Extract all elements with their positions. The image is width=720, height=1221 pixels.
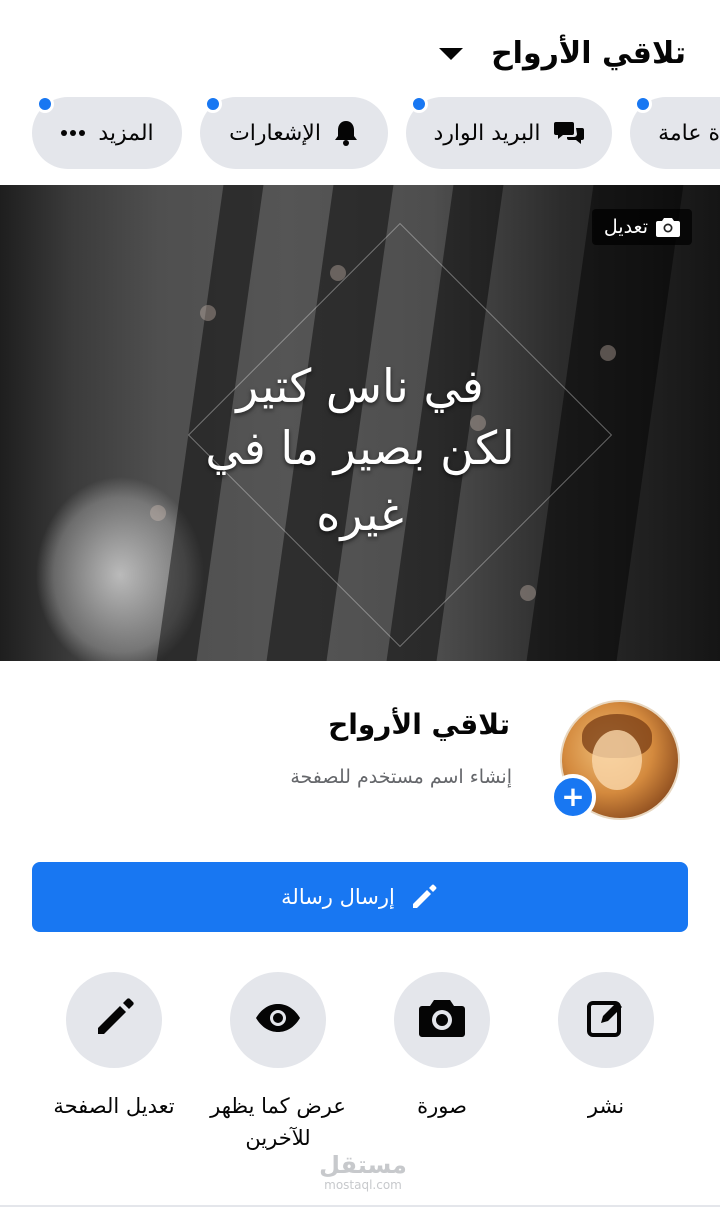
action-edit-page-label: تعديل الصفحة [53,1094,175,1118]
action-post[interactable]: نشر [516,972,696,1122]
action-photo-circle[interactable] [394,972,490,1068]
tab-label-inbox: البريد الوارد [433,120,541,146]
tab-label-notifications: الإشعارات [229,120,321,146]
bell-icon [333,119,359,147]
action-view-as-label: عرض كما يظهر للآخرين [210,1094,346,1150]
action-edit-page[interactable]: تعديل الصفحة [24,972,204,1122]
action-post-label: نشر [587,1094,625,1118]
avatar-face [592,730,642,790]
edit-cover-label: تعديل [603,216,648,238]
tab-label-more: المزيد [98,120,154,146]
watermark-name: مستقل [319,1151,407,1179]
compose-icon [583,995,629,1045]
chat-bubbles-icon [553,119,585,147]
add-photo-button[interactable]: + [550,774,596,820]
cover-photo[interactable]: في ناس كتير لكن بصير ما في غيره تعديل [0,185,720,661]
caret-down-icon [439,47,464,60]
cover-figure [520,585,536,601]
pencil-icon [409,882,439,912]
cover-quote-line-2: لكن بصير ما في [205,421,515,475]
send-message-label: إرسال رسالة [281,885,395,909]
profile-section: + تلاقي الأرواح إنشاء اسم مستخدم للصفحة [0,700,720,830]
more-dots-icon [60,129,86,137]
edit-cover-button[interactable]: تعديل [591,209,692,245]
header-title: تلاقي الأرواح [491,36,686,71]
eye-icon [254,1003,302,1037]
page-title: تلاقي الأرواح [328,708,510,741]
cover-quote: في ناس كتير لكن بصير ما في غيره [0,355,720,549]
tab-overview[interactable]: ة عامة [630,97,720,169]
camera-icon [656,217,680,237]
send-message-button[interactable]: إرسال رسالة [32,862,688,932]
action-photo[interactable]: صورة [352,972,532,1122]
tab-label-overview: ة عامة [658,120,720,146]
action-view-as[interactable]: عرض كما يظهر للآخرين [188,972,368,1154]
plus-icon: + [561,780,585,813]
cover-quote-line-3: غيره [316,487,404,541]
notification-dot [410,97,428,113]
cover-quote-line-1: في ناس كتير [236,359,484,413]
create-username-link[interactable]: إنشاء اسم مستخدم للصفحة [290,766,512,788]
divider [0,1205,720,1207]
tab-inbox[interactable]: البريد الوارد [406,97,612,169]
action-edit-page-circle[interactable] [66,972,162,1068]
page-header: تلاقي الأرواح [0,0,720,96]
page-actions: نشر صورة عرض كما يظهر للآخرين تعديل الصف… [0,972,720,1172]
tab-notifications[interactable]: الإشعارات [200,97,388,169]
page-switcher[interactable]: تلاقي الأرواح [439,36,686,71]
notification-dot [36,97,54,113]
mostaql-watermark: مستقل mostaql.com [318,1152,408,1192]
action-view-as-circle[interactable] [230,972,326,1068]
action-post-circle[interactable] [558,972,654,1068]
watermark-domain: mostaql.com [324,1178,402,1192]
camera-icon [418,998,466,1042]
action-photo-label: صورة [417,1094,467,1118]
notification-dot [204,97,222,113]
tab-more[interactable]: المزيد [32,97,182,169]
notification-dot [634,97,652,113]
pencil-icon [92,996,136,1044]
cover-figure [200,305,216,321]
page-tabs: المزيد الإشعارات البريد الوارد ة عامة [0,97,720,169]
